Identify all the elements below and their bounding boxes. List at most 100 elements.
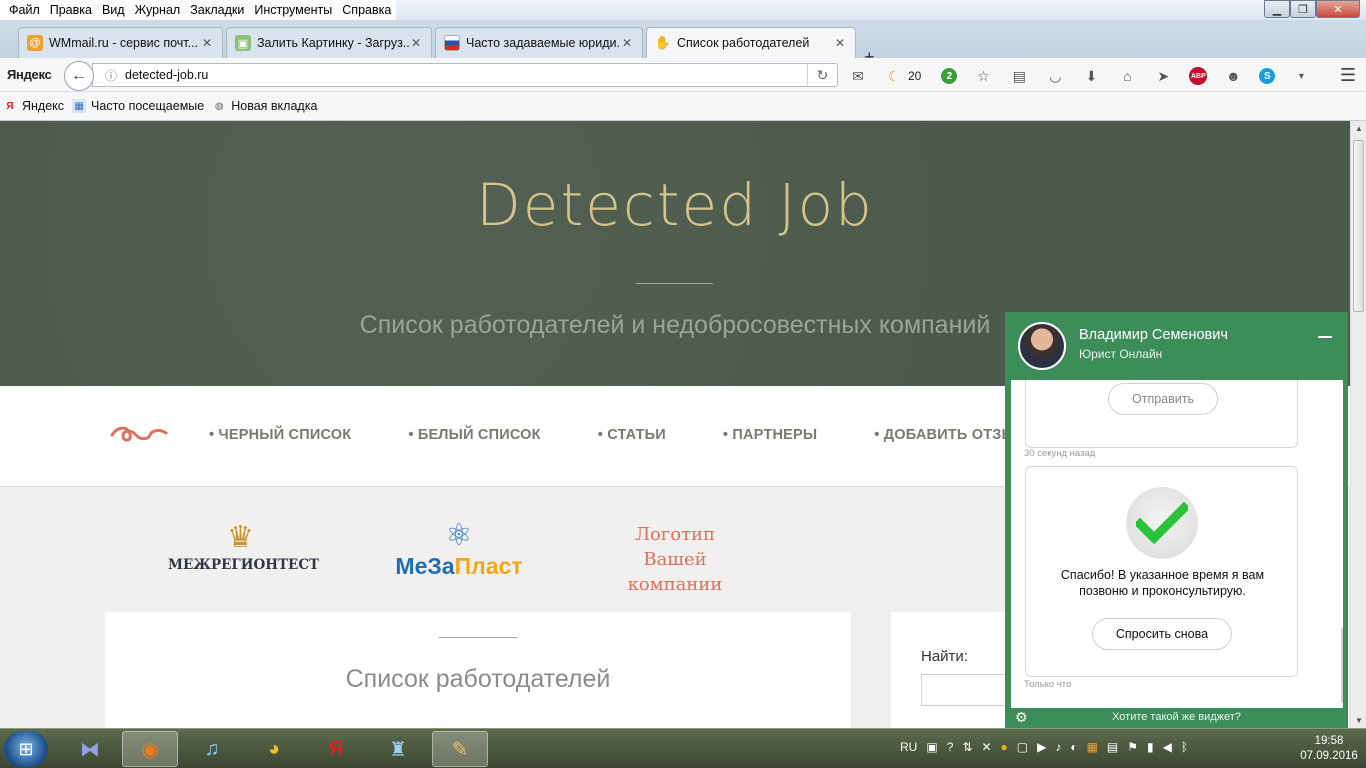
tray-icon[interactable]: ⇅ <box>962 740 972 754</box>
url-input[interactable] <box>121 68 807 82</box>
nav-bar: Яндекс ⓘ ↻ ← ✉ ☾ 20 2 ☆ ▤ ◡ ⬇ ⌂ ➤ ABP ☻ … <box>0 58 1366 92</box>
help-icon[interactable]: ? <box>947 740 954 754</box>
back-button[interactable]: ← <box>64 61 94 91</box>
nav-blacklist[interactable]: • ЧЕРНЫЙ СПИСОК <box>209 427 351 443</box>
send-icon[interactable]: ➤ <box>1153 66 1173 86</box>
info-icon[interactable]: ⓘ <box>101 67 121 84</box>
close-tab-icon[interactable]: ✕ <box>200 36 214 50</box>
menu-edit[interactable]: Правка <box>45 3 97 17</box>
yandex-logo[interactable]: Яндекс <box>7 67 52 82</box>
nav-add-review[interactable]: • ДОБАВИТЬ ОТЗЫВ <box>874 427 1026 443</box>
tray-icon[interactable]: ▢ <box>1017 740 1028 754</box>
taskbar-app-visual-studio[interactable]: ⧓ <box>62 731 118 767</box>
scroll-down-icon[interactable]: ▼ <box>1351 716 1366 725</box>
tray-icon[interactable]: ♪ <box>1055 740 1061 754</box>
partner-logo-mezhregiontest[interactable]: ♛ МЕЖРЕГИОНТЕСТ <box>168 523 320 574</box>
bookmark-star-icon[interactable]: ☆ <box>973 66 993 86</box>
clock-date: 07.09.2016 <box>1300 750 1358 762</box>
close-tab-icon[interactable]: ✕ <box>409 36 423 50</box>
screen: Файл Правка Вид Журнал Закладки Инструме… <box>0 0 1366 768</box>
volume-icon[interactable]: ◀ <box>1163 740 1172 754</box>
partner-logo-mezaplast[interactable]: ⚛ МеЗаПласт <box>384 521 534 580</box>
tab-wmmail[interactable]: @ WMmail.ru - сервис почт... ✕ <box>18 27 223 58</box>
taskbar-app-firefox[interactable]: ◉ <box>122 731 178 767</box>
home-icon[interactable]: ⌂ <box>1117 66 1137 86</box>
weather-temp[interactable]: 20 <box>908 69 921 83</box>
flag-icon[interactable]: ⚑ <box>1127 740 1138 754</box>
bluetooth-icon[interactable]: ᛒ <box>1181 740 1188 754</box>
page-scrollbar[interactable]: ▲ ▼ <box>1350 121 1366 728</box>
russia-flag-icon <box>444 35 460 51</box>
toolbar-icons: ✉ ☾ 20 2 ☆ ▤ ◡ ⬇ ⌂ ➤ ABP ☻ S ▾ <box>848 65 1327 87</box>
agent-role: Юрист Онлайн <box>1079 347 1163 361</box>
site-title[interactable]: Detected Job <box>0 171 1350 239</box>
chat-header: Владимир Семенович Юрист Онлайн <box>1005 312 1348 380</box>
chat-scrollbar[interactable] <box>1341 628 1343 703</box>
partner-logo-placeholder[interactable]: Логотип Вашей компании <box>610 522 740 597</box>
menu-help[interactable]: Справка <box>337 3 396 17</box>
taskbar-app-paint[interactable]: ✎ <box>432 731 488 767</box>
tray-icon[interactable]: ▶ <box>1037 740 1046 754</box>
tray-icon[interactable]: ▤ <box>1107 740 1118 754</box>
nav-articles[interactable]: • СТАТЬИ <box>598 427 666 443</box>
notification-badge[interactable]: 2 <box>941 68 958 84</box>
tab-image-upload[interactable]: ▣ Залить Картинку - Загруз... ✕ <box>226 27 432 58</box>
minimize-chat-button[interactable] <box>1318 336 1332 338</box>
tray-icon[interactable]: ◐ <box>1070 740 1077 754</box>
scroll-up-icon[interactable]: ▲ <box>1351 124 1366 133</box>
send-button[interactable]: Отправить <box>1108 383 1218 415</box>
close-tab-icon[interactable]: ✕ <box>833 36 847 50</box>
tab-legal-faq[interactable]: Часто задаваемые юриди... ✕ <box>435 27 643 58</box>
bookmark-yandex[interactable]: Я Яндекс <box>3 99 64 113</box>
pocket-icon[interactable]: ◡ <box>1045 66 1065 86</box>
close-window-button[interactable]: ✕ <box>1316 0 1360 18</box>
weather-moon-icon[interactable]: ☾ <box>884 66 904 86</box>
menu-view[interactable]: Вид <box>97 3 130 17</box>
start-button[interactable]: ⊞ <box>4 731 48 767</box>
tray-icon[interactable]: ✕ <box>981 740 991 754</box>
adblock-icon[interactable]: ABP <box>1189 67 1208 85</box>
partner-logo-text: МЕЖРЕГИОНТЕСТ <box>168 557 320 573</box>
mail-icon[interactable]: ✉ <box>848 66 868 86</box>
maximize-window-button[interactable]: ❐ <box>1290 0 1316 18</box>
menu-hamburger-icon[interactable]: ☰ <box>1340 65 1356 86</box>
main-content-card: Список работодателей <box>105 612 851 728</box>
bookmark-most-visited[interactable]: ▦ Часто посещаемые <box>72 99 204 113</box>
taskbar-app-chrome[interactable]: ◕ <box>246 731 302 767</box>
menu-history[interactable]: Журнал <box>130 3 186 17</box>
tray-icon[interactable]: ▦ <box>1087 740 1098 754</box>
close-tab-icon[interactable]: ✕ <box>620 36 634 50</box>
taskbar-app-audio[interactable]: ♫ <box>184 731 240 767</box>
clock[interactable]: 19:58 07.09.2016 <box>1296 734 1362 764</box>
minimize-window-button[interactable]: ▁ <box>1264 0 1290 18</box>
reading-list-icon[interactable]: ▤ <box>1009 66 1029 86</box>
bookmark-new-tab[interactable]: ◍ Новая вкладка <box>212 99 318 113</box>
taskbar-app-tool[interactable]: ♜ <box>370 731 426 767</box>
menu-bookmarks[interactable]: Закладки <box>185 3 249 17</box>
language-indicator[interactable]: RU <box>900 740 917 754</box>
tab-title: WMmail.ru - сервис почт... <box>49 36 199 50</box>
nav-whitelist[interactable]: • БЕЛЫЙ СПИСОК <box>408 427 540 443</box>
tray-icon[interactable]: ▣ <box>926 740 937 754</box>
menu-tools[interactable]: Инструменты <box>249 3 337 17</box>
widget-promo-link[interactable]: Хотите такой же виджет? <box>1005 711 1348 723</box>
menu-file[interactable]: Файл <box>4 3 45 17</box>
nav-partners[interactable]: • ПАРТНЕРЫ <box>723 427 817 443</box>
reload-icon[interactable]: ↻ <box>807 64 837 86</box>
ask-again-button[interactable]: Спросить снова <box>1092 618 1232 650</box>
confirmation-text: Спасибо! В указанное время я вам позвоню… <box>1060 568 1265 598</box>
scroll-thumb[interactable] <box>1353 140 1364 312</box>
tab-employers-list[interactable]: ✋ Список работодателей ✕ <box>646 27 856 58</box>
download-icon[interactable]: ⬇ <box>1081 66 1101 86</box>
tray-icon[interactable]: ● <box>1001 740 1008 754</box>
chat-footer: ⚙ Хотите такой же виджет? <box>1005 708 1348 728</box>
ornament-icon <box>110 426 168 442</box>
logo-text-part2: Пласт <box>454 553 523 579</box>
image-upload-icon: ▣ <box>235 35 251 51</box>
signal-icon[interactable]: ▮ <box>1147 740 1154 754</box>
chat-bubble-icon[interactable]: ☻ <box>1223 66 1243 86</box>
skype-icon[interactable]: S <box>1259 68 1276 84</box>
chevron-down-icon[interactable]: ▾ <box>1291 66 1311 86</box>
chat-messages: Отправить 30 секунд назад Спасибо! В ука… <box>1011 380 1343 708</box>
taskbar-app-yandex[interactable]: Я <box>308 731 364 767</box>
